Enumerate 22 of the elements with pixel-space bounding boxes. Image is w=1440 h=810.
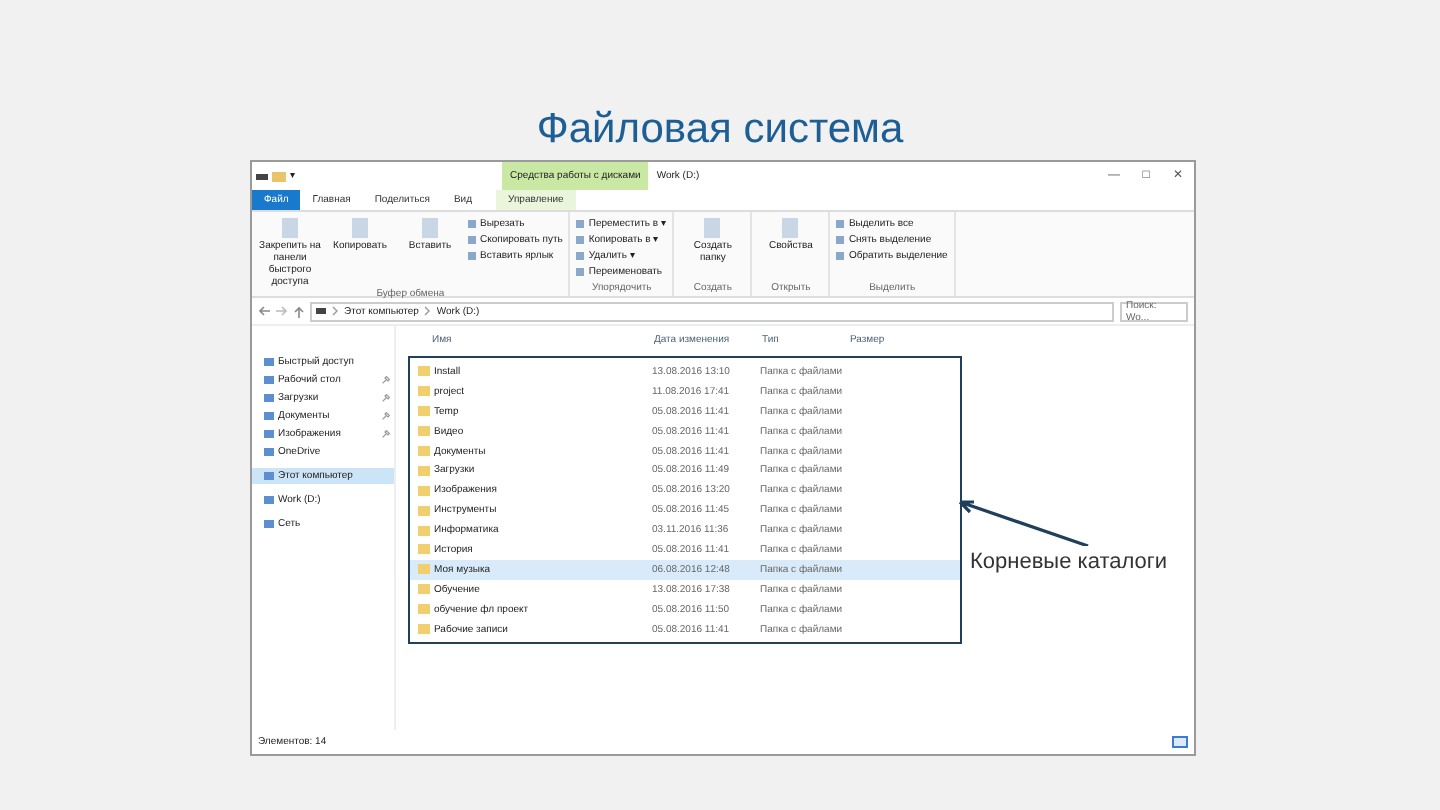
- computer-icon: [316, 308, 326, 314]
- nav-icon: [264, 472, 274, 480]
- up-arrow-icon[interactable]: [294, 305, 304, 317]
- document-icon: [782, 218, 799, 238]
- nav-icon: [264, 496, 274, 504]
- chevron-icon: [424, 306, 431, 316]
- details-view-icon[interactable]: [1172, 736, 1188, 748]
- document-icon: [352, 218, 368, 238]
- nav-icon: [264, 520, 274, 528]
- slide-title: Файловая система: [536, 104, 904, 156]
- document-icon: [282, 218, 298, 238]
- back-arrow-icon[interactable]: [258, 306, 270, 316]
- annotation-label: Корневые каталоги: [968, 546, 1170, 579]
- pin-icon: [382, 394, 390, 402]
- document-icon: [422, 218, 438, 238]
- pin-icon: [382, 376, 390, 384]
- document-icon: [704, 218, 721, 238]
- chevron-icon: [332, 306, 338, 316]
- pin-icon: [382, 430, 390, 438]
- drive-icon[interactable]: [256, 173, 268, 179]
- pin-icon: [382, 412, 390, 420]
- forward-arrow-icon[interactable]: [276, 306, 288, 316]
